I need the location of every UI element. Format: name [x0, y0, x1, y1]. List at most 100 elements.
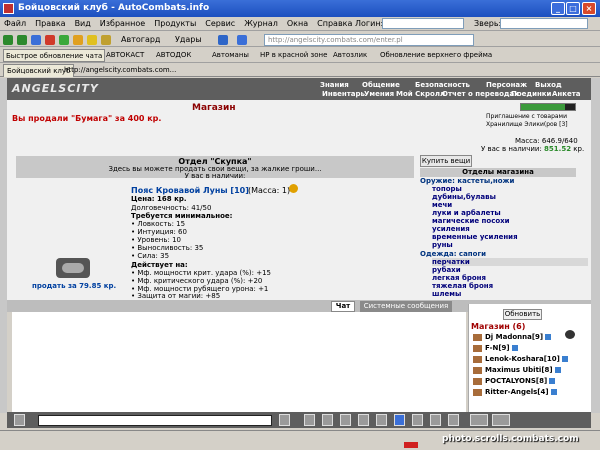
- left-panel-strip[interactable]: [0, 78, 7, 413]
- user-row[interactable]: F-N[9]: [473, 344, 518, 352]
- nav-scroll[interactable]: Мой Скролл: [396, 90, 445, 98]
- link-storage[interactable]: Хранилище Элики(ров [3]: [486, 121, 568, 128]
- beast-combo[interactable]: [500, 18, 588, 29]
- menu-service[interactable]: Сервис: [205, 17, 235, 31]
- nav-fights[interactable]: Поединки: [511, 90, 551, 98]
- nav-character[interactable]: Персонаж: [486, 81, 527, 89]
- home-icon[interactable]: [31, 33, 41, 46]
- clear-icon[interactable]: [304, 414, 315, 426]
- dept-light-armor[interactable]: легкая броня: [432, 274, 486, 282]
- user-row[interactable]: Dj Madonna[9]: [473, 333, 552, 341]
- refresh-icon[interactable]: [59, 33, 69, 46]
- dept-bows[interactable]: луки и арбалеты: [432, 209, 501, 217]
- item-info-icon[interactable]: [289, 184, 298, 193]
- filter-icon[interactable]: [237, 33, 247, 46]
- dept-staffs[interactable]: магические посохи: [432, 217, 510, 225]
- search-icon[interactable]: [73, 33, 83, 46]
- buy-items-button[interactable]: Купить вещи: [420, 155, 472, 167]
- sound-icon[interactable]: [376, 414, 387, 426]
- nav-exit[interactable]: Выход: [535, 81, 562, 89]
- back-icon[interactable]: [3, 33, 13, 46]
- kicks-button[interactable]: Удары: [175, 33, 202, 46]
- settings-icon[interactable]: [218, 33, 228, 46]
- dept-boosts[interactable]: усиления: [432, 225, 470, 233]
- tab-url[interactable]: http://angelscity.combats.com...: [64, 64, 176, 76]
- chat-input[interactable]: [38, 415, 272, 426]
- nav-skills[interactable]: Умения: [364, 90, 394, 98]
- link-fast-chat[interactable]: Быстрое обновление чата: [3, 49, 106, 62]
- favorites-icon[interactable]: [87, 33, 97, 46]
- link-automana[interactable]: Автоманы: [210, 49, 251, 62]
- menu-journal[interactable]: Журнал: [244, 17, 278, 31]
- item-name[interactable]: Пояс Кровавой Луны [10]: [131, 186, 249, 195]
- scroll-icon[interactable]: [430, 414, 441, 426]
- user-name[interactable]: Lenok-Koshara[10]: [485, 355, 560, 363]
- right-panel-strip[interactable]: [591, 78, 600, 413]
- dept-clubs[interactable]: дубины,булавы: [432, 193, 496, 201]
- user-row[interactable]: POCTALYONS[8]: [473, 377, 556, 385]
- sell-item-link[interactable]: продать за 79.85 кр.: [32, 282, 116, 290]
- user-settings-icon[interactable]: [565, 330, 575, 339]
- menu-help[interactable]: Справка: [317, 17, 352, 31]
- info-icon[interactable]: [545, 334, 552, 340]
- user-row[interactable]: Ritter-Angels[4]: [473, 388, 557, 396]
- menu-view[interactable]: Вид: [75, 17, 91, 31]
- chat-arrow-icon[interactable]: [14, 414, 25, 426]
- dept-swords[interactable]: мечи: [432, 201, 452, 209]
- dept-helmets[interactable]: шлемы: [432, 290, 461, 299]
- menu-file[interactable]: Файл: [4, 17, 26, 31]
- close-button[interactable]: ×: [582, 2, 596, 15]
- link-autocast[interactable]: АВТОКАСТ: [104, 49, 146, 62]
- tab-chat[interactable]: Чат: [331, 301, 355, 312]
- dept-heavy-armor[interactable]: тяжелая броня: [432, 282, 493, 290]
- nav-inventory[interactable]: Инвентарь: [322, 90, 365, 98]
- nav-profile[interactable]: Анкета: [552, 90, 581, 98]
- user-name[interactable]: F-N[9]: [485, 344, 510, 352]
- send-icon[interactable]: [279, 414, 290, 426]
- link-autodoc[interactable]: АВТОДОК: [154, 49, 193, 62]
- dept-temp-boosts[interactable]: временные усиления: [432, 233, 518, 241]
- chat-log[interactable]: [12, 312, 466, 412]
- info-icon[interactable]: [550, 389, 557, 395]
- login-combo[interactable]: [382, 18, 464, 29]
- nav-transfers[interactable]: Отчет о переводах: [442, 90, 519, 98]
- info-icon[interactable]: [549, 378, 556, 384]
- dept-weapons-knives[interactable]: Оружие: кастеты,ножи: [420, 177, 514, 185]
- log-icon[interactable]: [412, 414, 423, 426]
- minimize-button[interactable]: _: [551, 2, 565, 15]
- link-autozlik[interactable]: Автозлик: [331, 49, 369, 62]
- autoguard-button[interactable]: Автогард: [121, 33, 160, 46]
- info-icon[interactable]: [511, 345, 518, 351]
- dept-axes[interactable]: топоры: [432, 185, 462, 193]
- address-bar[interactable]: http://angelscity.combats.com/enter.pl: [264, 34, 474, 46]
- filter-icon[interactable]: [340, 414, 351, 426]
- info-icon[interactable]: [554, 367, 561, 373]
- dept-shirts[interactable]: рубахи: [432, 266, 461, 274]
- user-name[interactable]: Ritter-Angels[4]: [485, 388, 549, 396]
- link-hp-red[interactable]: HP в красной зоне: [258, 49, 329, 62]
- fight-icon[interactable]: [448, 414, 459, 426]
- nav-knowledge[interactable]: Знания: [320, 81, 349, 89]
- nav-security[interactable]: Безопасность: [415, 81, 470, 89]
- smile-icon[interactable]: [322, 414, 333, 426]
- lock-icon[interactable]: [101, 33, 111, 46]
- menu-windows[interactable]: Окна: [287, 17, 308, 31]
- user-name[interactable]: POCTALYONS[8]: [485, 377, 547, 385]
- translit-icon[interactable]: [358, 414, 369, 426]
- info-icon[interactable]: [561, 356, 568, 362]
- dept-clothes-boots[interactable]: Одежда: сапоги: [420, 250, 486, 258]
- tab-system-messages[interactable]: Системные сообщения: [360, 301, 452, 312]
- user-name[interactable]: Dj Madonna[9]: [485, 333, 543, 341]
- link-invite[interactable]: Приглашение с товарами: [486, 113, 567, 120]
- menu-edit[interactable]: Правка: [35, 17, 65, 31]
- user-row[interactable]: Lenok-Koshara[10]: [473, 355, 568, 363]
- maximize-button[interactable]: □: [566, 2, 580, 15]
- chat-mode-icon[interactable]: [394, 414, 405, 426]
- forward-icon[interactable]: [17, 33, 27, 46]
- user-name[interactable]: Maximus Ubiti[8]: [485, 366, 553, 374]
- refresh-users-button[interactable]: Обновить: [503, 309, 542, 320]
- nav-communication[interactable]: Общение: [362, 81, 400, 89]
- link-refresh-top[interactable]: Обновление верхнего фрейма: [378, 49, 494, 62]
- menu-products[interactable]: Продукты: [154, 17, 196, 31]
- dept-runes[interactable]: руны: [432, 241, 453, 249]
